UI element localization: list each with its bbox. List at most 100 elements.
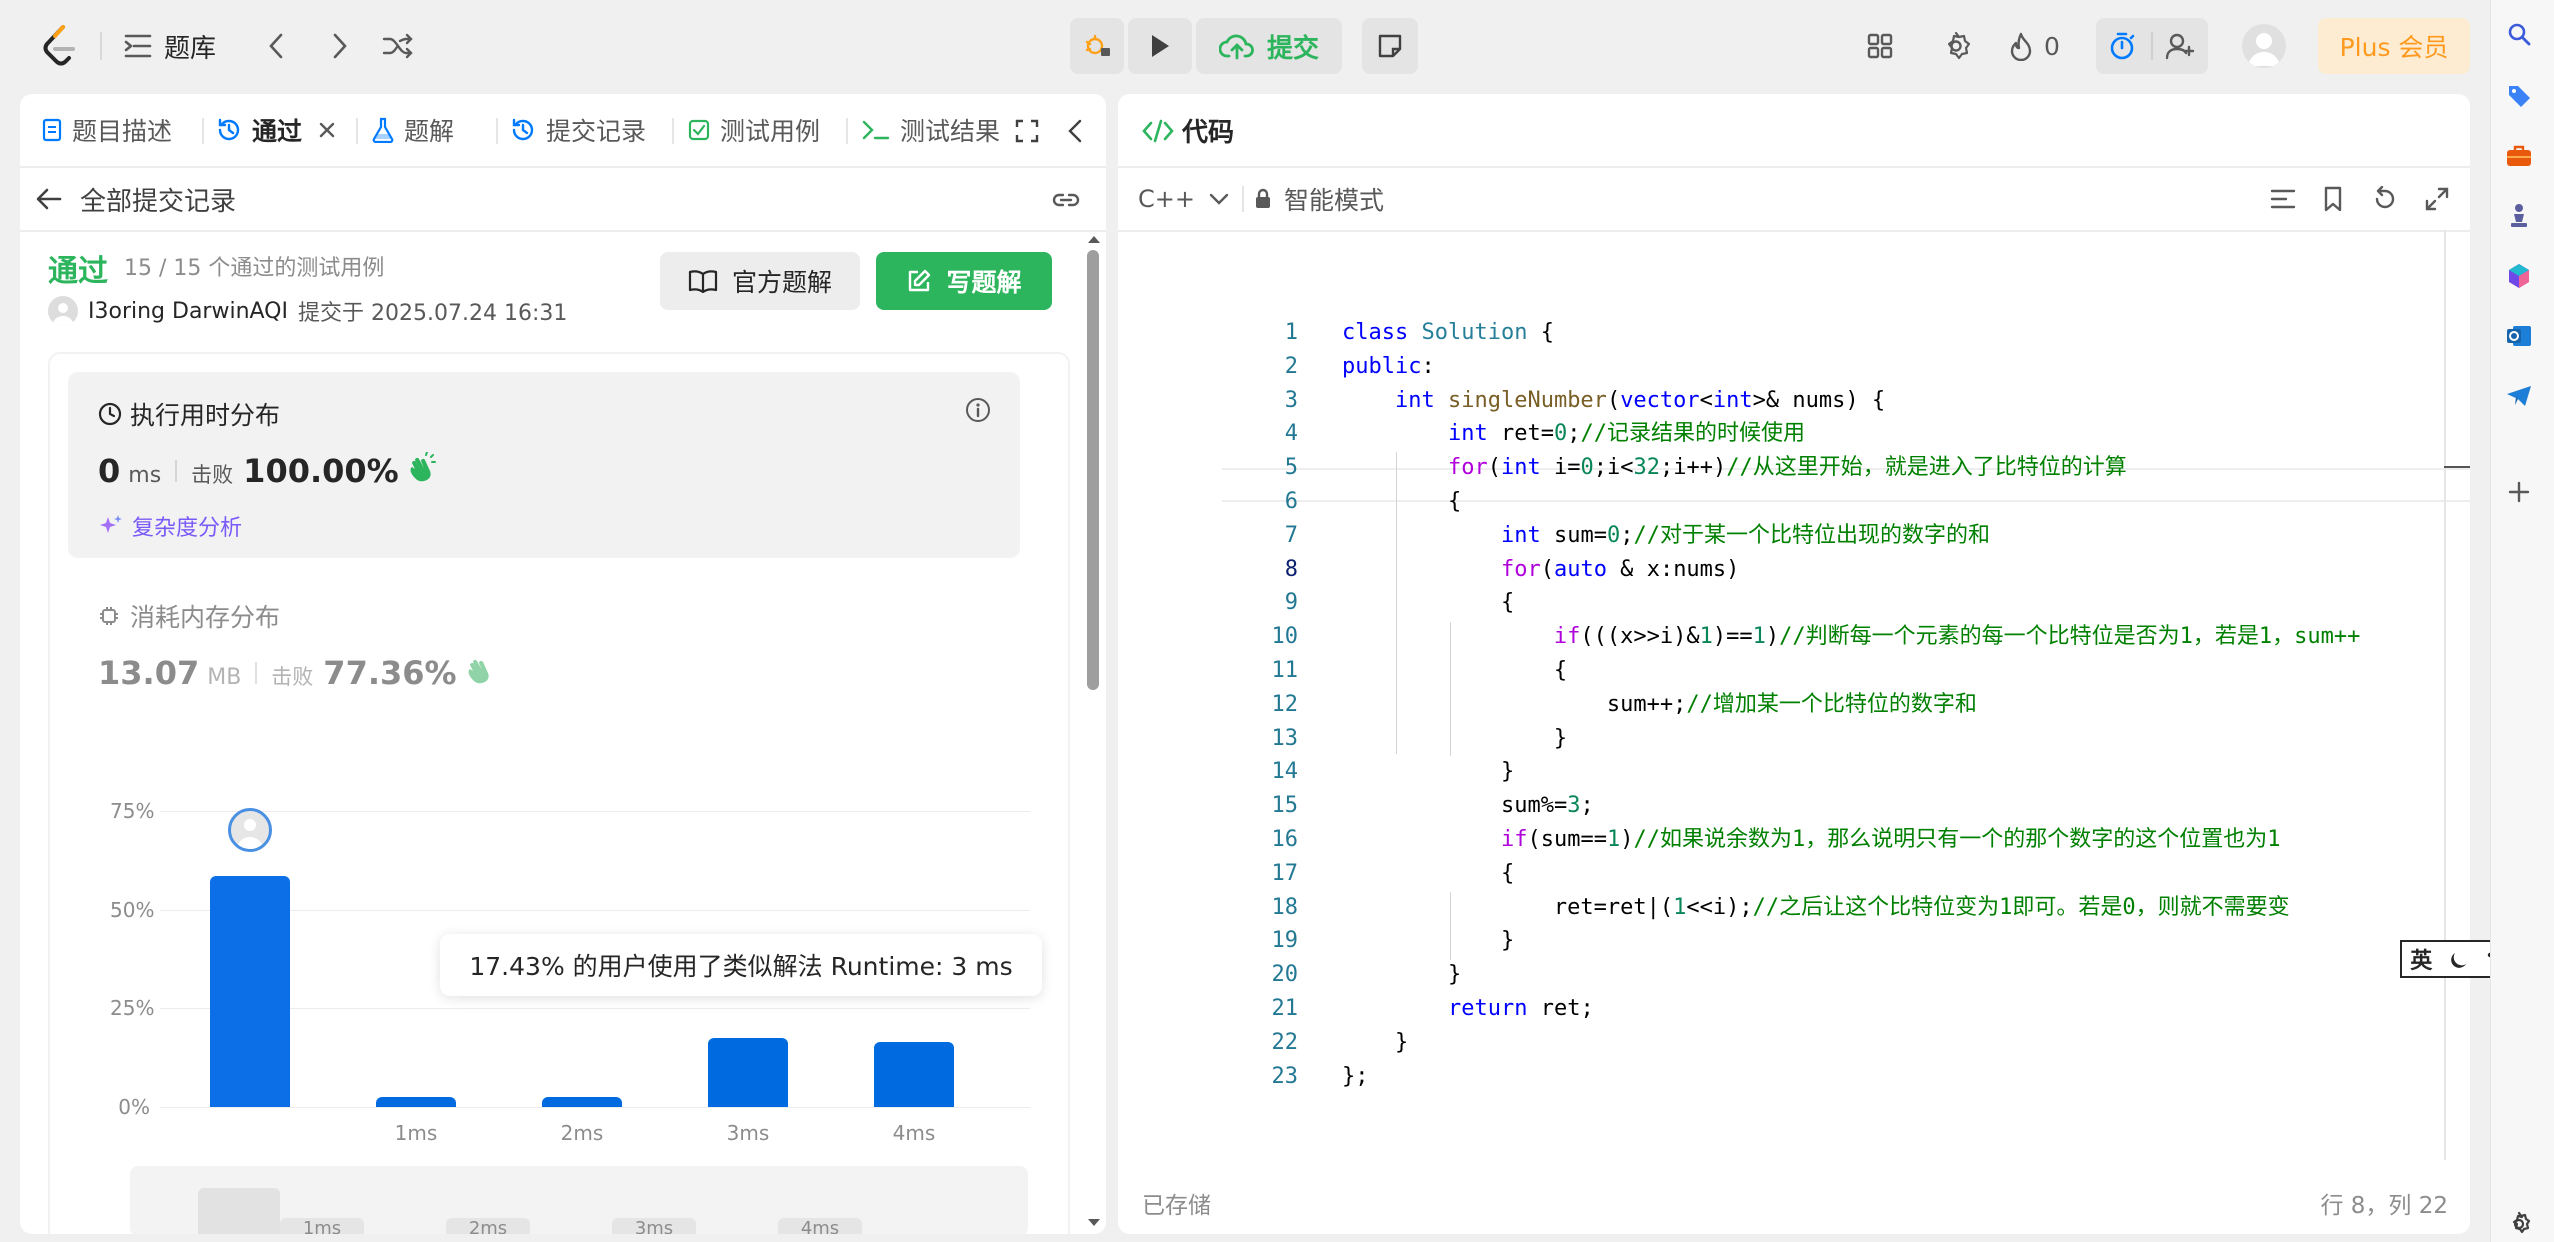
lock-icon <box>1256 188 1270 208</box>
chart-bar[interactable] <box>210 876 290 1107</box>
code-text[interactable]: } <box>1342 958 1461 992</box>
code-text[interactable]: sum%=3; <box>1342 789 1594 823</box>
line-number: 8 <box>1284 556 1298 582</box>
code-text[interactable]: for(int i=0;i<32;i++)//从这里开始，就是进入了比特位的计算 <box>1342 451 2127 485</box>
reset-icon[interactable] <box>2368 182 2402 216</box>
minimap-label: 2ms <box>446 1218 530 1234</box>
plus-member-button[interactable]: Plus 会员 <box>2318 18 2470 74</box>
line-number: 3 <box>1284 387 1298 413</box>
line-number: 18 <box>1271 894 1299 920</box>
divider <box>2151 32 2153 60</box>
prev-problem-button[interactable] <box>258 28 294 64</box>
chart-y-tick-label: 25% <box>110 996 155 1021</box>
your-result-avatar[interactable] <box>228 808 272 853</box>
line-number: 20 <box>1271 962 1299 988</box>
code-text[interactable]: } <box>1342 924 1514 958</box>
chart-bar[interactable] <box>874 1041 954 1107</box>
chart-bar[interactable] <box>542 1097 622 1107</box>
language-select[interactable]: C++ <box>1138 172 1229 226</box>
code-text[interactable]: public: <box>1342 350 1435 384</box>
code-text[interactable]: int sum=0;//对于某一个比特位出现的数字的和 <box>1342 519 1990 553</box>
search-icon[interactable] <box>2503 18 2535 50</box>
leetcode-logo-icon[interactable] <box>36 22 84 70</box>
code-text[interactable]: ret=ret|(1<<i);//之后让这个比特位变为1即可。若是0，则就不需要… <box>1342 891 2290 925</box>
code-text[interactable]: { <box>1342 857 1514 891</box>
streak-counter[interactable]: 0 <box>2008 28 2060 64</box>
format-icon[interactable] <box>2266 182 2300 216</box>
code-text[interactable]: { <box>1342 485 1461 519</box>
code-text[interactable]: int singleNumber(vector<int>& nums) { <box>1342 384 1885 418</box>
tag-icon[interactable] <box>2503 80 2535 112</box>
divider <box>1118 166 2470 168</box>
code-text[interactable]: } <box>1342 1026 1408 1060</box>
line-number: 5 <box>1284 455 1298 481</box>
minimap-selected-bar <box>198 1188 280 1234</box>
chess-icon[interactable] <box>2503 200 2535 232</box>
shuffle-icon[interactable] <box>378 28 418 64</box>
briefcase-icon[interactable] <box>2503 140 2535 172</box>
send-icon[interactable] <box>2503 380 2535 412</box>
next-problem-button[interactable] <box>322 28 358 64</box>
code-text[interactable]: sum++;//增加某一个比特位的数字和 <box>1342 688 1977 722</box>
code-text[interactable]: if(((x>>i)&1)==1)//判断每一个元素的每一个比特位是否为1，若是… <box>1342 620 2360 654</box>
code-text[interactable]: class Solution { <box>1342 316 1554 350</box>
line-number: 6 <box>1284 488 1298 514</box>
chart-x-tick-label: 4ms <box>892 1121 936 1145</box>
runtime-distribution-chart[interactable]: 0% 25% 50% 75% 1ms 2ms 3ms 4ms <box>20 94 1080 1234</box>
layout-icon[interactable] <box>1862 28 1898 64</box>
editor-vertical-scrollbar[interactable] <box>2444 230 2446 1160</box>
chart-bar[interactable] <box>708 1038 788 1107</box>
browser-sidebar <box>2490 0 2554 1242</box>
language-label: C++ <box>1138 185 1195 213</box>
ime-mode-label[interactable]: 英 <box>2410 943 2432 975</box>
debug-button[interactable] <box>1070 18 1124 74</box>
scroll-up-icon[interactable] <box>1087 234 1101 244</box>
code-text[interactable]: for(auto & x:nums) <box>1342 553 1739 587</box>
bookmark-icon[interactable] <box>2316 182 2350 216</box>
sidebar-settings-gear-icon[interactable] <box>2503 1208 2535 1240</box>
avatar[interactable] <box>2242 24 2286 68</box>
add-icon[interactable] <box>2503 476 2535 508</box>
smart-mode-toggle[interactable]: 智能模式 <box>1254 172 1384 226</box>
code-text[interactable]: { <box>1342 586 1514 620</box>
streak-count: 0 <box>2044 31 2060 61</box>
moon-icon[interactable] <box>2449 949 2469 969</box>
note-icon <box>1378 34 1402 58</box>
scrollbar[interactable] <box>1082 230 1106 1234</box>
submit-button[interactable]: 提交 <box>1196 18 1342 74</box>
divider <box>1242 186 1244 212</box>
divider <box>1118 230 2470 232</box>
fullscreen-icon[interactable] <box>2420 182 2454 216</box>
scroll-down-icon[interactable] <box>1087 1218 1101 1228</box>
line-number: 15 <box>1271 793 1299 819</box>
code-text[interactable]: }; <box>1342 1060 1369 1094</box>
code-text[interactable]: if(sum==1)//如果说余数为1，那么说明只有一个的那个数字的这个位置也为… <box>1342 823 2280 857</box>
code-text[interactable]: int ret=0;//记录结果的时候使用 <box>1342 417 1805 451</box>
timer-button[interactable] <box>2096 18 2208 74</box>
mode-label: 智能模式 <box>1284 186 1385 215</box>
chart-range-slider[interactable]: 1ms 2ms 3ms 4ms <box>130 1166 1028 1234</box>
flame-icon <box>2010 32 2032 61</box>
scrollbar-thumb[interactable] <box>1087 250 1099 690</box>
problem-list-button[interactable]: 题库 <box>124 26 216 66</box>
run-button[interactable] <box>1128 18 1192 74</box>
line-number: 22 <box>1271 1029 1299 1055</box>
cursor-position[interactable]: 行 8，列 22 <box>2320 1186 2448 1220</box>
notes-button[interactable] <box>1362 18 1418 74</box>
chart-tooltip: 17.43% 的用户使用了类似解法 Runtime: 3 ms <box>440 934 1042 996</box>
problem-list-label: 题库 <box>164 33 217 64</box>
chart-bar[interactable] <box>376 1097 456 1107</box>
code-text[interactable]: } <box>1342 722 1567 756</box>
add-friend-icon[interactable] <box>2160 28 2200 64</box>
code-text[interactable]: return ret; <box>1342 992 1594 1026</box>
divider <box>100 32 102 60</box>
settings-gear-icon[interactable] <box>1938 28 1974 64</box>
stopwatch-icon <box>2104 28 2140 64</box>
cloud-upload-icon <box>1218 34 1254 60</box>
code-text[interactable]: } <box>1342 755 1514 789</box>
chart-gridline <box>160 909 1030 911</box>
outlook-icon[interactable] <box>2503 320 2535 352</box>
chart-y-tick-label: 50% <box>110 897 155 922</box>
copilot-icon[interactable] <box>2503 260 2535 292</box>
code-text[interactable]: { <box>1342 654 1567 688</box>
